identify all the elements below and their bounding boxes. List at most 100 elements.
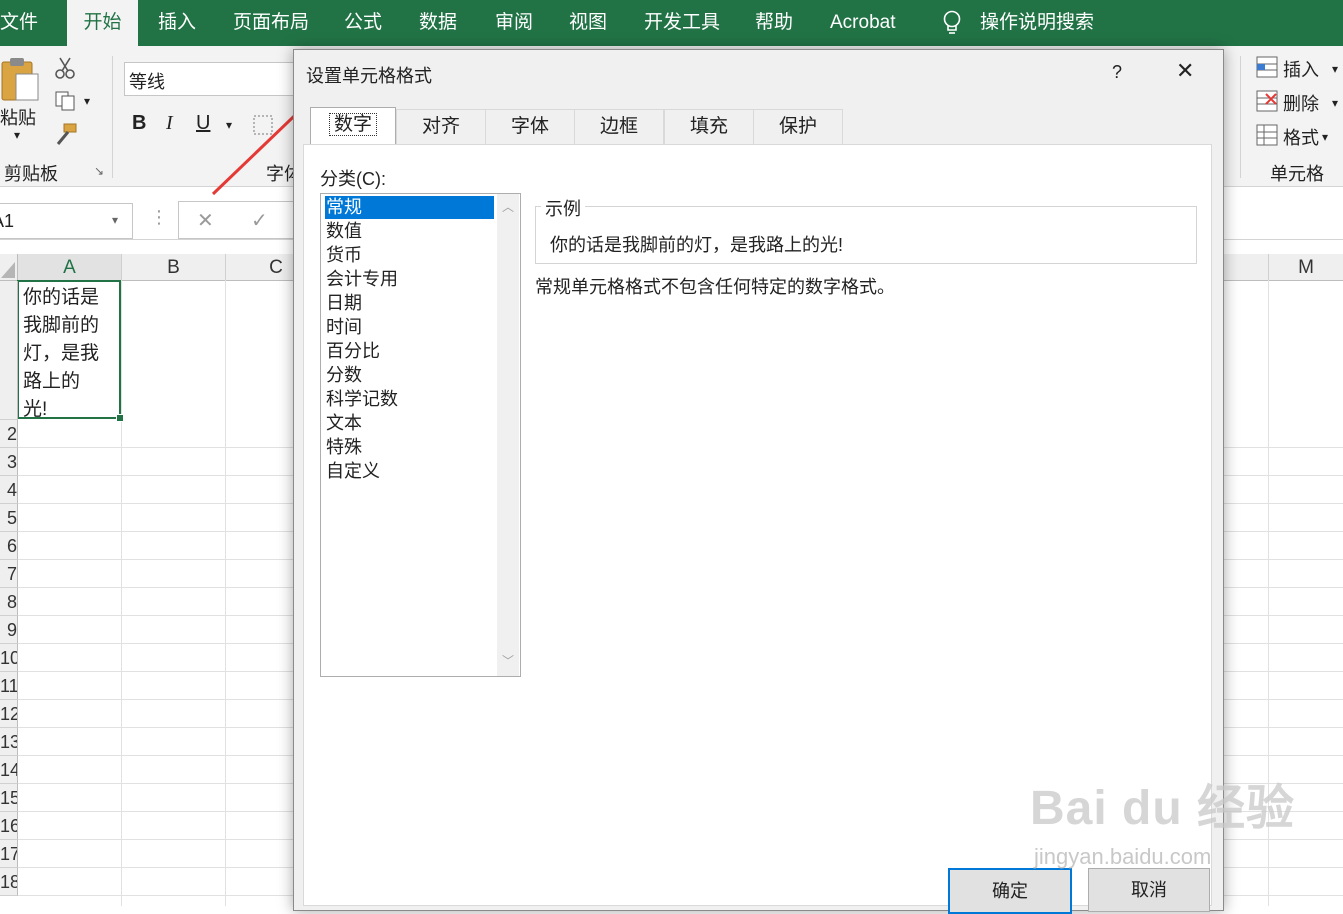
- tab-file[interactable]: 文件: [0, 0, 48, 46]
- format-cells-button[interactable]: 格式: [1283, 124, 1319, 150]
- sample-box: 你的话是我脚前的灯，是我路上的光!: [535, 206, 1197, 264]
- paste-icon[interactable]: [0, 56, 42, 104]
- select-all-corner[interactable]: [0, 254, 18, 281]
- scroll-up-icon[interactable]: ︿: [502, 198, 514, 215]
- format-painter-icon[interactable]: [54, 122, 78, 146]
- insert-cells-icon[interactable]: [1256, 56, 1278, 78]
- category-description: 常规单元格格式不包含任何特定的数字格式。: [535, 277, 895, 297]
- row-header[interactable]: 12: [0, 700, 18, 728]
- insert-chevron-icon[interactable]: ▾: [1332, 62, 1338, 76]
- cell-a1-line: 灯，是我: [23, 343, 100, 364]
- tab-formulas[interactable]: 公式: [344, 0, 382, 46]
- font-name-value: 等线: [129, 72, 165, 92]
- bold-button[interactable]: B: [132, 112, 146, 135]
- enter-check-icon[interactable]: ✓: [251, 208, 268, 233]
- tab-fill[interactable]: 填充: [664, 109, 754, 144]
- paste-chevron-icon[interactable]: ▾: [14, 128, 20, 142]
- category-item[interactable]: 时间: [325, 316, 494, 339]
- clipboard-launcher-icon[interactable]: ↘: [94, 164, 104, 178]
- formula-bar-grip-icon: ⋮: [150, 207, 168, 227]
- row-header[interactable]: 18: [0, 868, 18, 896]
- row-header[interactable]: 9: [0, 616, 18, 644]
- tab-review[interactable]: 审阅: [495, 0, 533, 46]
- format-chevron-icon[interactable]: ▾: [1322, 130, 1328, 144]
- close-button[interactable]: ✕: [1176, 58, 1194, 84]
- sample-label: 示例: [541, 195, 585, 221]
- category-item[interactable]: 货币: [325, 244, 494, 267]
- italic-button[interactable]: I: [166, 112, 173, 135]
- fill-handle[interactable]: [116, 414, 124, 422]
- tab-data[interactable]: 数据: [419, 0, 457, 46]
- scroll-down-icon[interactable]: ﹀: [502, 652, 514, 669]
- row-header[interactable]: 2: [0, 420, 18, 448]
- category-list[interactable]: 常规 数值 货币 会计专用 日期 时间 百分比 分数 科学记数 文本 特殊 自定义 ︿ ﹀: [320, 193, 521, 677]
- category-item[interactable]: 数值: [325, 220, 494, 243]
- tab-acrobat[interactable]: Acrobat: [830, 0, 895, 46]
- category-item[interactable]: 常规: [325, 196, 494, 219]
- watermark-logo: Bai du 经验: [1030, 782, 1296, 835]
- row-header[interactable]: 8: [0, 588, 18, 616]
- cell-a1-line: 你的话是: [23, 287, 100, 308]
- format-cells-icon[interactable]: [1256, 124, 1278, 146]
- category-item[interactable]: 日期: [325, 292, 494, 315]
- cell-a1[interactable]: 你的话是 我脚前的 灯，是我 路上的 光!: [17, 280, 124, 422]
- name-box-chevron-icon[interactable]: ▾: [112, 213, 118, 227]
- formula-buttons: ✕ ✓: [178, 201, 300, 239]
- cell-a1-line: 路上的: [23, 371, 81, 392]
- tab-insert[interactable]: 插入: [158, 0, 196, 46]
- row-header[interactable]: 11: [0, 672, 18, 700]
- column-header-b[interactable]: B: [122, 254, 226, 281]
- row-header[interactable]: 3: [0, 448, 18, 476]
- delete-cells-icon[interactable]: [1256, 90, 1278, 112]
- column-header-a[interactable]: A: [18, 254, 122, 282]
- row-header[interactable]: 14: [0, 756, 18, 784]
- column-header-l[interactable]: [1222, 254, 1269, 281]
- tell-me-search[interactable]: 操作说明搜索: [980, 0, 1094, 46]
- name-box[interactable]: A1 ▾: [0, 203, 133, 239]
- tab-border[interactable]: 边框: [574, 109, 664, 144]
- tab-number[interactable]: 数字: [310, 107, 396, 145]
- cells-group-label: 单元格: [1270, 164, 1324, 184]
- cut-icon[interactable]: [54, 56, 76, 80]
- category-item[interactable]: 会计专用: [325, 268, 494, 291]
- row-header[interactable]: 13: [0, 728, 18, 756]
- tab-help[interactable]: 帮助: [755, 0, 793, 46]
- tab-font[interactable]: 字体: [485, 109, 575, 144]
- ribbon-tab-bar: 文件 开始 插入 页面布局 公式 数据 审阅 视图 开发工具 帮助 Acroba…: [0, 0, 1343, 46]
- ok-button[interactable]: 确定: [948, 868, 1072, 914]
- tab-alignment[interactable]: 对齐: [396, 109, 486, 144]
- cancel-entry-icon[interactable]: ✕: [197, 208, 214, 233]
- delete-cells-button[interactable]: 删除: [1283, 90, 1319, 116]
- help-button[interactable]: ?: [1112, 62, 1122, 83]
- row-header[interactable]: 7: [0, 560, 18, 588]
- delete-chevron-icon[interactable]: ▾: [1332, 96, 1338, 110]
- tab-developer[interactable]: 开发工具: [644, 0, 720, 46]
- row-header[interactable]: 15: [0, 784, 18, 812]
- row-header[interactable]: 10: [0, 644, 18, 672]
- category-label: 分类(C):: [320, 169, 386, 189]
- category-item[interactable]: 科学记数: [325, 388, 494, 411]
- paste-label[interactable]: 粘贴: [0, 104, 36, 130]
- category-item[interactable]: 百分比: [325, 340, 494, 363]
- insert-cells-button[interactable]: 插入: [1283, 56, 1319, 82]
- tab-page-layout[interactable]: 页面布局: [233, 0, 309, 46]
- row-header[interactable]: 17: [0, 840, 18, 868]
- category-item[interactable]: 文本: [325, 412, 494, 435]
- category-item[interactable]: 自定义: [325, 460, 494, 483]
- category-item[interactable]: 特殊: [325, 436, 494, 459]
- tab-view[interactable]: 视图: [569, 0, 607, 46]
- cancel-button[interactable]: 取消: [1088, 868, 1210, 912]
- row-header[interactable]: 4: [0, 476, 18, 504]
- column-divider: [225, 280, 226, 906]
- row-header-1[interactable]: [0, 281, 18, 420]
- tab-home[interactable]: 开始: [67, 0, 138, 46]
- column-header-m[interactable]: M: [1269, 254, 1343, 281]
- row-header[interactable]: 16: [0, 812, 18, 840]
- category-item[interactable]: 分数: [325, 364, 494, 387]
- category-scrollbar[interactable]: ︿ ﹀: [497, 194, 519, 676]
- copy-chevron-icon[interactable]: ▾: [84, 94, 90, 108]
- tab-protection[interactable]: 保护: [753, 109, 843, 144]
- copy-icon[interactable]: [54, 90, 78, 112]
- row-header[interactable]: 5: [0, 504, 18, 532]
- row-header[interactable]: 6: [0, 532, 18, 560]
